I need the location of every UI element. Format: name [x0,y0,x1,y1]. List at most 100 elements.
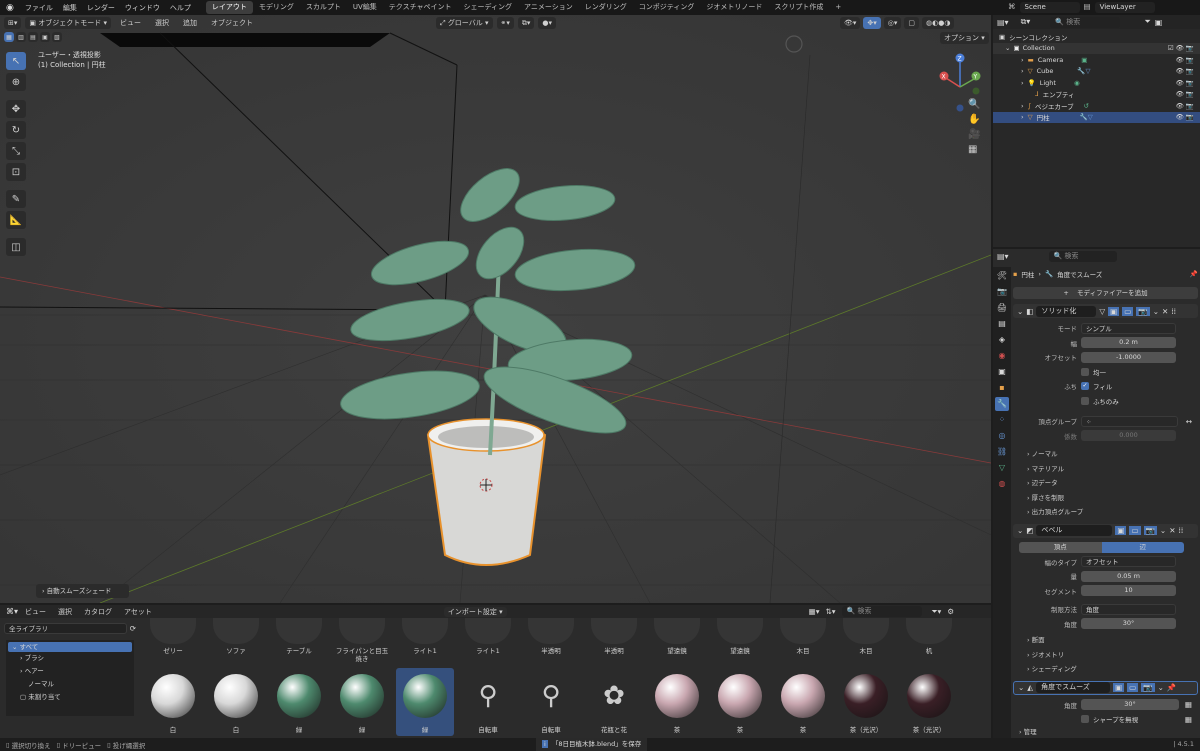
pivot-button[interactable]: ⚭▾ [496,17,514,29]
ignore-sharp-toggle-icon[interactable]: ▦ [1185,715,1192,724]
select-intersect-icon[interactable]: ▧ [52,32,62,42]
asset-menu-catalog[interactable]: カタログ [79,607,117,617]
asset-item[interactable]: 木目 [774,618,832,655]
smooth-by-angle-header[interactable]: ⌄ ◭ 角度でスムーズ ▣ ▭ 📷 ⌄ 📌 [1013,680,1198,695]
tab-modeling[interactable]: モデリング [253,1,300,14]
asset-item[interactable]: ⚲ 自転車 [522,668,580,736]
realtime-icon[interactable]: ▭ [1122,306,1134,316]
asset-item[interactable]: 木目 [837,618,895,655]
mode-selector[interactable]: ▣ オブジェクトモード ▾ [25,17,111,29]
add-modifier-button[interactable]: + モディファイアーを追加 [1013,287,1198,299]
subpanel-edge-data[interactable]: › 辺データ [1013,476,1198,491]
tab-uv[interactable]: UV編集 [347,1,383,14]
properties-search-input[interactable]: 🔍 検索 [1048,251,1117,262]
subpanel-output-vgroups[interactable]: › 出力頂点グループ [1013,505,1198,520]
zoom-icon[interactable]: 🔍 [968,99,980,110]
limit-method-dropdown[interactable]: 角度 [1081,603,1176,615]
new-collection-icon[interactable]: ▣ [1155,18,1163,27]
asset-item[interactable]: 茶（光沢） [900,668,958,736]
bevel-render-icon[interactable]: 📷 [1143,526,1157,535]
annotate-tool-icon[interactable]: ✎ [6,190,26,208]
subpanel-profile[interactable]: › 断面 [1013,633,1198,648]
add-workspace-button[interactable]: + [829,1,847,14]
asset-filter-icon[interactable]: ⏷▾ [932,607,942,617]
outliner-search-input[interactable]: 🔍 検索 [1050,16,1121,28]
shading-modes-icon[interactable]: ◍◐●◑ [922,17,955,29]
sort-icon[interactable]: ⇅▾ [826,607,836,616]
snap-button[interactable]: ⧉▾ [517,17,535,29]
viewport-menu-view[interactable]: ビュー [115,18,146,28]
tab-compositing[interactable]: コンポジティング [633,1,701,14]
camera-view-icon[interactable]: 🎥 [968,129,980,140]
menu-window[interactable]: ウィンドウ [120,3,165,13]
properties-editor-icon[interactable]: ▤▾ [997,252,1009,261]
asset-item[interactable]: 緑 [333,668,391,736]
catalog-all[interactable]: ⌄ すべて [8,642,132,652]
constraints-tab-icon[interactable]: ⛓ [995,445,1009,459]
rotate-tool-icon[interactable]: ↻ [6,121,26,139]
material-tab-icon[interactable]: ◍ [995,477,1009,491]
asset-menu-select[interactable]: 選択 [53,607,77,617]
import-settings-button[interactable]: インポート設定 ▾ [443,606,507,617]
select-subtract-icon[interactable]: ▤ [28,32,38,42]
asset-item[interactable]: 半透明 [585,618,643,655]
bevel-delete-icon[interactable]: ✕ [1169,526,1175,535]
scale-tool-icon[interactable]: ⤡ [6,142,26,160]
asset-item[interactable]: 茶 [774,668,832,736]
subpanel-manage[interactable]: › 管理 [1013,727,1198,737]
outliner-filter-icon[interactable]: ⧉▾ [1021,17,1031,27]
editor-type-button[interactable]: ⊞▾ [4,17,22,29]
factor-field[interactable]: 0.000 [1081,430,1176,442]
output-tab-icon[interactable]: 🖨 [995,301,1009,315]
smooth-edit-mode-icon[interactable]: ▣ [1113,683,1125,692]
asset-item[interactable]: ⚲ 自転車 [459,668,517,736]
select-extend-icon[interactable]: ▥ [16,32,26,42]
asset-item[interactable]: 望遠鏡 [648,618,706,655]
transform-tool-icon[interactable]: ⊡ [6,163,26,181]
menu-render[interactable]: レンダー [82,3,120,13]
tab-scripting[interactable]: スクリプト作成 [768,1,829,14]
asset-item[interactable]: ゼリー [144,618,202,655]
display-mode-icon[interactable]: ▦▾ [809,607,820,616]
physics-tab-icon[interactable]: ◎ [995,429,1009,443]
operator-panel[interactable]: › 自動スムーズシェード [36,584,129,598]
viewport-menu-add[interactable]: 追加 [178,18,202,28]
select-invert-icon[interactable]: ▣ [40,32,50,42]
menu-edit[interactable]: 編集 [58,3,82,13]
bevel-header[interactable]: ⌄ ◩ ベベル ▣ ▭ 📷 ⌄ ✕ ⁞⁞ [1013,523,1198,538]
tab-layout[interactable]: レイアウト [205,1,253,14]
particles-tab-icon[interactable]: ⁘ [995,413,1009,427]
modifier-tab-icon[interactable]: 🔧 [995,397,1009,411]
asset-item[interactable]: フライパンと目玉焼き [333,618,391,663]
width-type-dropdown[interactable]: オフセット [1081,556,1176,568]
collection-tab-icon[interactable]: ▣ [995,365,1009,379]
asset-item[interactable]: 茶 [711,668,769,736]
select-tool-icon[interactable]: ↖ [6,52,26,70]
smooth-angle-field[interactable]: 30° [1081,699,1179,711]
catalog-unassigned[interactable]: ▢ 未割り当て [8,691,132,704]
options-button[interactable]: オプション ▾ [940,32,989,44]
tab-texture-paint[interactable]: テクスチャペイント [383,1,458,14]
asset-item[interactable]: ライト1 [396,618,454,655]
even-checkbox[interactable] [1081,367,1089,376]
solidify-width-field[interactable]: 0.2 m [1081,337,1176,349]
asset-item[interactable]: 緑 [396,668,454,736]
drag-handle-icon[interactable]: ⁞⁞ [1171,307,1176,316]
measure-tool-icon[interactable]: 📐 [6,211,26,229]
solidify-name-field[interactable]: ソリッド化 [1036,305,1097,317]
bevel-vertices-tab[interactable]: 頂点 [1019,541,1102,553]
catalog-normal[interactable]: ノーマル [8,678,132,691]
bevel-angle-field[interactable]: 30° [1081,618,1176,630]
rim-only-checkbox[interactable] [1081,396,1089,405]
pan-hand-icon[interactable]: ✋ [968,114,980,125]
vertex-group-field[interactable]: ⁘ [1081,415,1178,427]
smooth-pin-icon[interactable]: 📌 [1167,683,1176,692]
bevel-amount-field[interactable]: 0.05 m [1081,570,1176,582]
catalog-hair[interactable]: › ヘアー [8,665,132,678]
asset-settings-gear-icon[interactable]: ⚙ [947,607,954,616]
scene-tab-icon[interactable]: ◈ [995,333,1009,347]
world-tab-icon[interactable]: ◉ [995,349,1009,363]
viewport-menu-object[interactable]: オブジェクト [206,18,258,28]
3d-viewport[interactable]: Z X Y ⊞▾ ▣ オブジェクトモード ▾ ビュー 選択 追加 オブジェクト … [0,15,991,603]
subpanel-normals[interactable]: › ノーマル [1013,447,1198,462]
